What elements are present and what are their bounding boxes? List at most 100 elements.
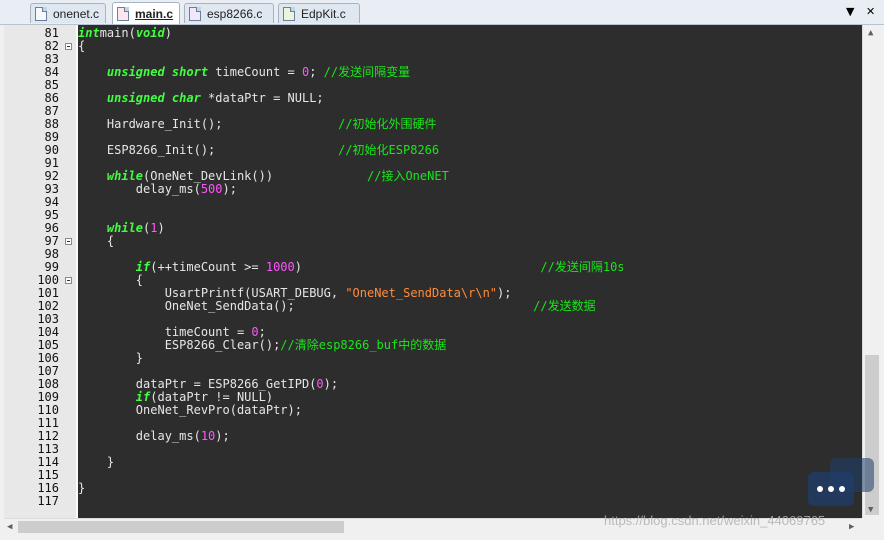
code-token: ) bbox=[157, 221, 165, 235]
line-number: 117 bbox=[37, 494, 59, 508]
code-token: void bbox=[135, 26, 165, 40]
tab-list-dropdown-icon[interactable]: ▼ bbox=[846, 5, 854, 18]
code-token: Hardware_Init(); bbox=[78, 117, 339, 131]
tab-edpkit-c[interactable]: EdpKit.c bbox=[278, 3, 360, 23]
code-token: (++timeCount >= bbox=[150, 260, 266, 274]
code-line: { bbox=[78, 235, 114, 248]
code-line: } bbox=[78, 352, 143, 365]
tab-label: onenet.c bbox=[53, 6, 100, 21]
tab-label: esp8266.c bbox=[207, 6, 263, 21]
code-token: ); bbox=[323, 377, 339, 391]
code-token: (OneNet_DevLink()) bbox=[143, 169, 367, 183]
scroll-right-icon[interactable]: ▶ bbox=[849, 522, 854, 532]
c-file-icon bbox=[117, 6, 129, 21]
code-token: if bbox=[135, 390, 151, 404]
code-token: //初始化外围硬件 bbox=[338, 117, 437, 131]
code-token: dataPtr = ESP8266_GetIPD( bbox=[78, 377, 317, 391]
code-line: intmain(void) bbox=[78, 27, 172, 40]
code-token: OneNet_SendData(); bbox=[78, 299, 534, 313]
scroll-up-icon[interactable]: ▲ bbox=[868, 28, 873, 38]
code-token: { bbox=[78, 39, 86, 53]
tab-label: EdpKit.c bbox=[301, 6, 346, 21]
code-token: //发送数据 bbox=[533, 299, 596, 313]
close-icon[interactable]: ✕ bbox=[866, 5, 875, 18]
watermark-text: https://blog.csdn.net/weixin_44069765 bbox=[604, 513, 826, 528]
code-token: //接入OneNET bbox=[367, 169, 449, 183]
code-token: (dataPtr != NULL) bbox=[150, 390, 274, 404]
code-line: delay_ms(10); bbox=[78, 430, 230, 443]
code-token: ); bbox=[215, 429, 230, 443]
code-token: 10 bbox=[200, 429, 216, 443]
editor-tab-bar: onenet.c main.c esp8266.c EdpKit.c ▼ ✕ bbox=[0, 0, 884, 25]
chat-bubble-icon bbox=[808, 458, 874, 506]
fold-toggle-icon[interactable] bbox=[65, 238, 72, 245]
line-number-gutter: 81 82 83 84 85 86 87 88 89 90 91 92 93 94 95 96 97 98 99 10… bbox=[4, 25, 76, 518]
code-line: { bbox=[78, 40, 85, 53]
code-token: if bbox=[135, 260, 151, 274]
code-token: } bbox=[78, 455, 115, 469]
vertical-scrollbar[interactable]: ▲ ▼ bbox=[862, 25, 881, 518]
code-token: delay_ms( bbox=[78, 429, 201, 443]
tab-label: main.c bbox=[135, 6, 174, 21]
code-token: { bbox=[78, 234, 115, 248]
code-line: } bbox=[78, 482, 85, 495]
code-token: ) bbox=[294, 260, 541, 274]
code-token: 0 bbox=[316, 377, 324, 391]
code-token: "OneNet_SendData\r\n" bbox=[345, 286, 498, 300]
code-token: timeCount = bbox=[208, 65, 302, 79]
code-line: unsigned char *dataPtr = NULL; bbox=[78, 92, 324, 105]
c-file-icon bbox=[35, 6, 47, 21]
code-token: 0 bbox=[251, 325, 259, 339]
code-token: 1000 bbox=[265, 260, 295, 274]
code-token: //发送间隔变量 bbox=[316, 65, 411, 79]
code-token: ); bbox=[497, 286, 512, 300]
code-token: //初始化ESP8266 bbox=[338, 143, 440, 157]
code-token: OneNet_RevPro(dataPtr); bbox=[78, 403, 302, 417]
code-token: unsigned char bbox=[106, 91, 201, 105]
horizontal-scroll-thumb[interactable] bbox=[18, 521, 344, 533]
code-line: ESP8266_Init(); //初始化ESP8266 bbox=[78, 144, 439, 157]
code-line: Hardware_Init(); //初始化外围硬件 bbox=[78, 118, 437, 131]
code-token: //发送间隔10s bbox=[540, 260, 625, 274]
code-line: if(++timeCount >= 1000) //发送间隔10s bbox=[78, 261, 625, 274]
code-editor[interactable]: 81 82 83 84 85 86 87 88 89 90 91 92 93 94 95 96 97 98 99 10… bbox=[4, 25, 862, 518]
code-token: *dataPtr = NULL; bbox=[200, 91, 324, 105]
code-token: 1 bbox=[150, 221, 158, 235]
code-token: delay_ms( bbox=[78, 182, 201, 196]
code-token: ); bbox=[222, 182, 237, 196]
code-line: OneNet_RevPro(dataPtr); bbox=[78, 404, 302, 417]
code-token: ESP8266_Init(); bbox=[78, 143, 339, 157]
code-line: OneNet_SendData(); //发送数据 bbox=[78, 300, 596, 313]
code-token: UsartPrintf(USART_DEBUG, bbox=[78, 286, 346, 300]
code-token: } bbox=[78, 481, 86, 495]
code-token: timeCount = bbox=[78, 325, 252, 339]
code-token: unsigned short bbox=[106, 65, 209, 79]
code-line: delay_ms(500); bbox=[78, 183, 237, 196]
code-line: } bbox=[78, 456, 114, 469]
scroll-left-icon[interactable]: ◀ bbox=[7, 522, 12, 532]
tab-onenet-c[interactable]: onenet.c bbox=[30, 3, 106, 23]
code-token: ; bbox=[258, 325, 266, 339]
code-token: } bbox=[78, 351, 144, 365]
code-token: 500 bbox=[200, 182, 223, 196]
code-token: ESP8266_Clear(); bbox=[78, 338, 281, 352]
code-line: unsigned short timeCount = 0; //发送间隔变量 bbox=[78, 66, 410, 79]
fold-toggle-icon[interactable] bbox=[65, 277, 72, 284]
code-token: int bbox=[78, 26, 100, 40]
code-token: //清除esp8266_buf中的数据 bbox=[280, 338, 447, 352]
code-token: main( bbox=[99, 26, 136, 40]
fold-toggle-icon[interactable] bbox=[65, 43, 72, 50]
code-token: { bbox=[78, 273, 144, 287]
code-token: ) bbox=[164, 26, 172, 40]
tab-esp8266-c[interactable]: esp8266.c bbox=[184, 3, 274, 23]
c-file-icon bbox=[283, 6, 295, 21]
code-token: while bbox=[106, 169, 144, 183]
tab-main-c[interactable]: main.c bbox=[112, 2, 180, 24]
c-file-icon bbox=[189, 6, 201, 21]
